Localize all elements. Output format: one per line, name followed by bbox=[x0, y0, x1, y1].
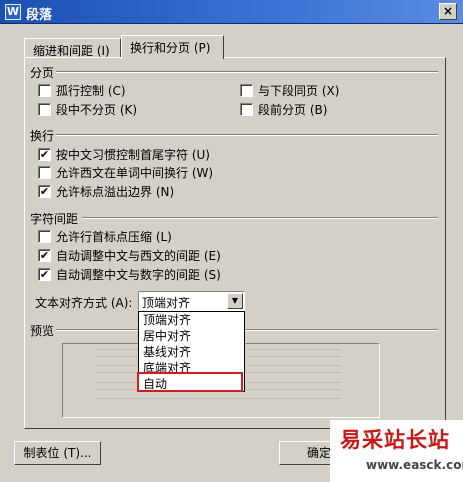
text-alignment-select[interactable]: 顶端对齐 ▼ bbox=[138, 291, 245, 311]
chevron-down-icon[interactable]: ▼ bbox=[227, 293, 243, 309]
allow-latin-wrap-checkbox[interactable] bbox=[38, 166, 51, 179]
widow-control-checkbox[interactable] bbox=[38, 84, 51, 97]
page-break-before-label: 段前分页 (B) bbox=[258, 103, 328, 117]
dropdown-option[interactable]: 基线对齐 bbox=[140, 344, 243, 360]
chinese-rules-checkbox[interactable]: ✔ bbox=[38, 148, 51, 161]
tabs-button[interactable]: 制表位 (T)... bbox=[14, 441, 101, 465]
allow-punct-overflow-label: 允许标点溢出边界 (N) bbox=[56, 185, 175, 199]
section-divider bbox=[56, 329, 438, 331]
auto-cn-latin-checkbox[interactable]: ✔ bbox=[38, 249, 51, 262]
section-divider bbox=[82, 217, 438, 219]
dropdown-option[interactable]: 顶端对齐 bbox=[140, 312, 243, 328]
char-spacing-header: 字符间距 bbox=[30, 212, 79, 226]
highlight-box bbox=[137, 372, 243, 392]
keep-lines-together-label: 段中不分页 (K) bbox=[56, 103, 138, 117]
text-alignment-value: 顶端对齐 bbox=[142, 296, 191, 310]
section-divider bbox=[56, 71, 438, 73]
section-divider bbox=[56, 134, 438, 136]
line-breaking-header: 换行 bbox=[30, 129, 55, 143]
auto-cn-digit-label: 自动调整中文与数字的间距 (S) bbox=[56, 268, 221, 282]
preview-header: 预览 bbox=[30, 324, 55, 338]
preview-text-line bbox=[97, 398, 341, 400]
watermark-url: www.easck.com bbox=[366, 458, 463, 472]
compress-punct-label: 允许行首标点压缩 (L) bbox=[56, 230, 172, 244]
auto-cn-latin-label: 自动调整中文与西文的间距 (E) bbox=[56, 249, 221, 263]
allow-latin-wrap-label: 允许西文在单词中间换行 (W) bbox=[56, 166, 214, 180]
compress-punct-checkbox[interactable] bbox=[38, 230, 51, 243]
keep-lines-together-checkbox[interactable] bbox=[38, 103, 51, 116]
page-break-before-checkbox[interactable] bbox=[240, 103, 253, 116]
auto-cn-digit-checkbox[interactable]: ✔ bbox=[38, 268, 51, 281]
watermark: 易采站长站 www.easck.com bbox=[330, 420, 463, 482]
chinese-rules-label: 按中文习惯控制首尾字符 (U) bbox=[56, 148, 210, 162]
watermark-text: 易采站长站 bbox=[340, 427, 450, 452]
text-alignment-label: 文本对齐方式 (A): bbox=[35, 296, 133, 310]
keep-with-next-label: 与下段同页 (X) bbox=[258, 84, 340, 98]
widow-control-label: 孤行控制 (C) bbox=[56, 84, 126, 98]
keep-with-next-checkbox[interactable] bbox=[240, 84, 253, 97]
dropdown-option[interactable]: 居中对齐 bbox=[140, 328, 243, 344]
pagination-header: 分页 bbox=[30, 66, 55, 80]
allow-punct-overflow-checkbox[interactable]: ✔ bbox=[38, 185, 51, 198]
